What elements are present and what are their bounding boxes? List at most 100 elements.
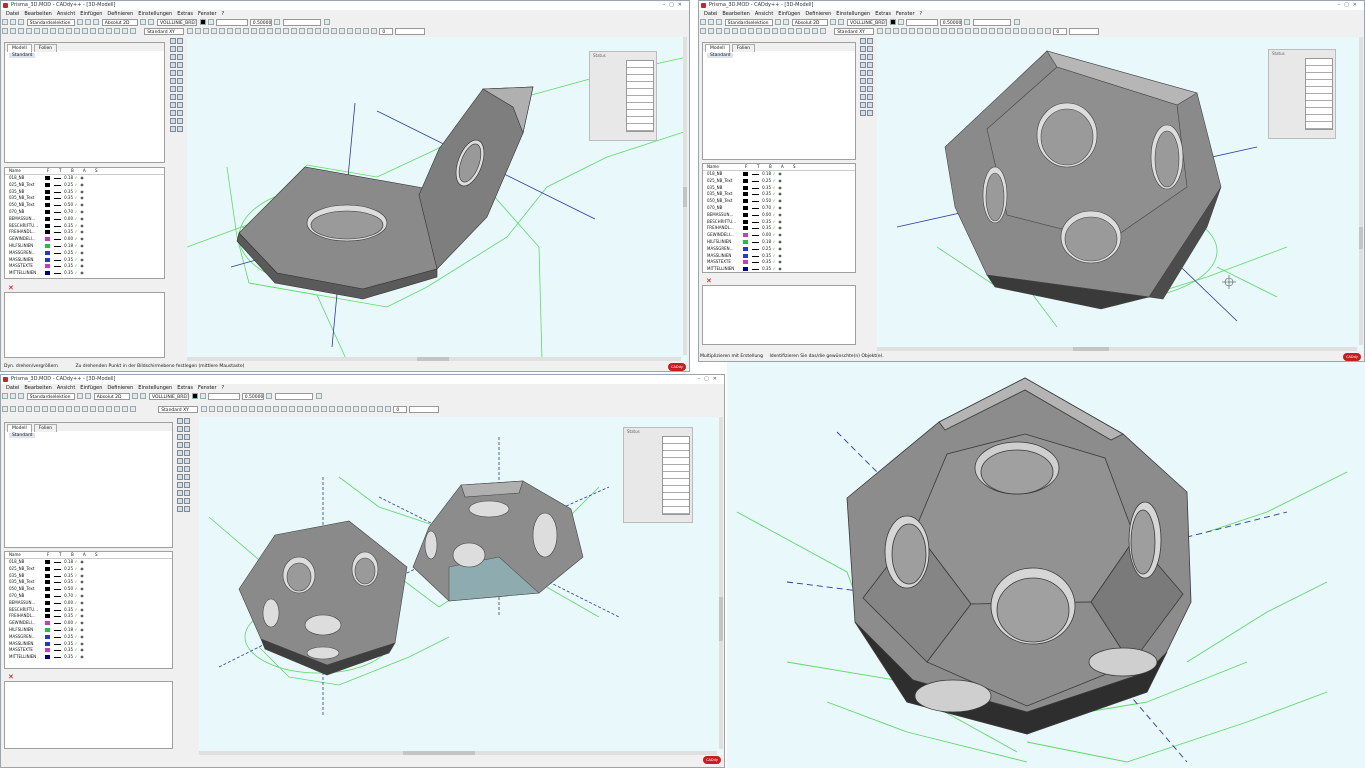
draw-tool-icon[interactable] [170, 102, 176, 108]
layer-visible-eye-icon[interactable]: ◉ [79, 559, 85, 566]
layer-icon[interactable] [274, 19, 281, 25]
layer-visible-eye-icon[interactable]: ◉ [79, 223, 85, 230]
menu-definieren[interactable]: Definieren [107, 384, 133, 392]
view-tool-icon[interactable] [210, 28, 217, 34]
tool-icon[interactable] [732, 28, 738, 34]
layer-visible-eye-icon[interactable]: ◉ [79, 586, 85, 593]
tool-icon[interactable] [106, 28, 112, 34]
color-black-icon[interactable] [889, 19, 896, 25]
layer-row[interactable]: HILFSLINIEN 0.18✓ ◉ [5, 243, 164, 250]
layer-row[interactable]: HILFSLINIEN 0.18✓ ◉ [703, 239, 855, 246]
layer-linetype[interactable] [752, 214, 759, 216]
color-black-icon[interactable] [191, 393, 198, 399]
view-tool-icon[interactable] [288, 406, 295, 412]
open-file-icon[interactable] [10, 19, 16, 25]
tool-icon[interactable] [106, 406, 112, 412]
menu-fenster[interactable]: Fenster [198, 10, 217, 18]
layer-color-swatch[interactable] [743, 253, 748, 258]
layer-linetype[interactable] [752, 228, 759, 230]
layer-row[interactable]: GEWINDELI... 0.00✓ ◉ [703, 232, 855, 239]
menu-bearbeiten[interactable]: Bearbeiten [722, 10, 749, 18]
view-tool-icon[interactable] [362, 28, 369, 34]
layer-color-swatch[interactable] [45, 655, 50, 660]
layer-row[interactable]: GEWINDELI... 0.00✓ ◉ [5, 236, 164, 243]
open-file-icon[interactable] [708, 19, 714, 25]
draw-tool-icon[interactable] [170, 110, 176, 116]
view-tool-icon[interactable] [908, 28, 915, 34]
tool-icon[interactable] [122, 28, 128, 34]
tool-icon[interactable] [98, 406, 104, 412]
color-picker-icon[interactable] [199, 393, 206, 399]
undo-arrow-icon[interactable] [132, 393, 139, 399]
view-tool-icon[interactable] [232, 406, 239, 412]
draw-tool-icon[interactable] [177, 506, 183, 512]
color-picker-icon[interactable] [207, 19, 214, 25]
empty-field-2[interactable] [408, 406, 439, 413]
layer-linetype[interactable] [54, 232, 61, 234]
layer-row[interactable]: BESCHRIFTU... 0.35✓ ◉ [5, 223, 164, 230]
save-icon[interactable] [18, 393, 24, 399]
draw-tool-icon[interactable] [860, 78, 866, 84]
layer-linetype[interactable] [54, 568, 61, 570]
layer-row[interactable]: MASSGREN... 0.25✓ ◉ [5, 634, 172, 641]
draw-tool-icon[interactable] [177, 434, 183, 440]
view-tool-icon[interactable] [208, 406, 215, 412]
layer-row[interactable]: BEMASSUN... 0.00✓ ◉ [703, 212, 855, 219]
tool-icon[interactable] [804, 28, 810, 34]
layer-color-swatch[interactable] [45, 271, 50, 276]
layer-linetype[interactable] [54, 191, 61, 193]
horizontal-scrollbar[interactable] [877, 347, 1357, 351]
layer-visible-eye-icon[interactable]: ◉ [79, 647, 85, 654]
layer-visible-eye-icon[interactable]: ◉ [79, 175, 85, 182]
draw-tool-icon[interactable] [184, 506, 190, 512]
draw-tool-icon[interactable] [867, 102, 873, 108]
layer-color-swatch[interactable] [45, 209, 50, 214]
layer-color-swatch[interactable] [45, 641, 50, 646]
view-tool-icon[interactable] [1012, 28, 1019, 34]
layer-visible-eye-icon[interactable]: ◉ [777, 225, 783, 232]
info-icon[interactable] [323, 19, 330, 25]
view-tool-icon[interactable] [354, 28, 361, 34]
draw-tool-icon[interactable] [867, 94, 873, 100]
view-tool-icon[interactable] [336, 406, 343, 412]
col-name[interactable]: Name [5, 168, 47, 173]
layer-linetype[interactable] [752, 174, 759, 175]
tree-item-standard[interactable]: Standard [707, 53, 734, 58]
layer-color-swatch[interactable] [743, 205, 748, 210]
view-tool-icon[interactable] [282, 28, 289, 34]
layer-color-swatch[interactable] [743, 246, 748, 251]
view-tool-icon[interactable] [248, 406, 255, 412]
view-tool-icon[interactable] [186, 28, 193, 34]
layer-row[interactable]: 025_NB_Text 0.25✓ ◉ [703, 178, 855, 185]
view-tool-icon[interactable] [900, 28, 907, 34]
layer-linetype[interactable] [54, 562, 61, 563]
draw-tool-icon[interactable] [184, 418, 190, 424]
empty-field[interactable] [972, 19, 1011, 26]
draw-tool-icon[interactable] [867, 46, 873, 52]
col-b[interactable]: B [769, 164, 781, 169]
layer-linetype[interactable] [752, 194, 759, 196]
view-tool-icon[interactable] [280, 406, 287, 412]
large-render-view[interactable] [727, 362, 1365, 768]
menu-datei[interactable]: Datei [6, 384, 19, 392]
layer-linetype[interactable] [54, 602, 61, 604]
layer-visible-eye-icon[interactable]: ◉ [79, 257, 85, 264]
col-b[interactable]: B [71, 552, 83, 557]
layer-row[interactable]: 050_NB_Text 0.50✓ ◉ [703, 198, 855, 205]
draw-tool-icon[interactable] [177, 474, 183, 480]
value-field[interactable]: 0.500000 [939, 19, 962, 26]
view-tool-icon[interactable] [1020, 28, 1027, 34]
tool-icon[interactable] [756, 28, 762, 34]
layer-row[interactable]: MASSLINIEN 0.35✓ ◉ [703, 253, 855, 260]
empty-field-2[interactable] [394, 28, 425, 35]
tool-icon[interactable] [2, 406, 8, 412]
layer-visible-eye-icon[interactable]: ◉ [79, 600, 85, 607]
layer-color-swatch[interactable] [45, 237, 50, 242]
layer-visible-eye-icon[interactable]: ◉ [79, 270, 85, 277]
col-f[interactable]: F [745, 164, 757, 169]
draw-tool-icon[interactable] [184, 434, 190, 440]
filter-icon[interactable] [775, 19, 782, 25]
view-tool-icon[interactable] [996, 28, 1003, 34]
draw-tool-icon[interactable] [860, 110, 866, 116]
layer-linetype[interactable] [54, 266, 61, 268]
